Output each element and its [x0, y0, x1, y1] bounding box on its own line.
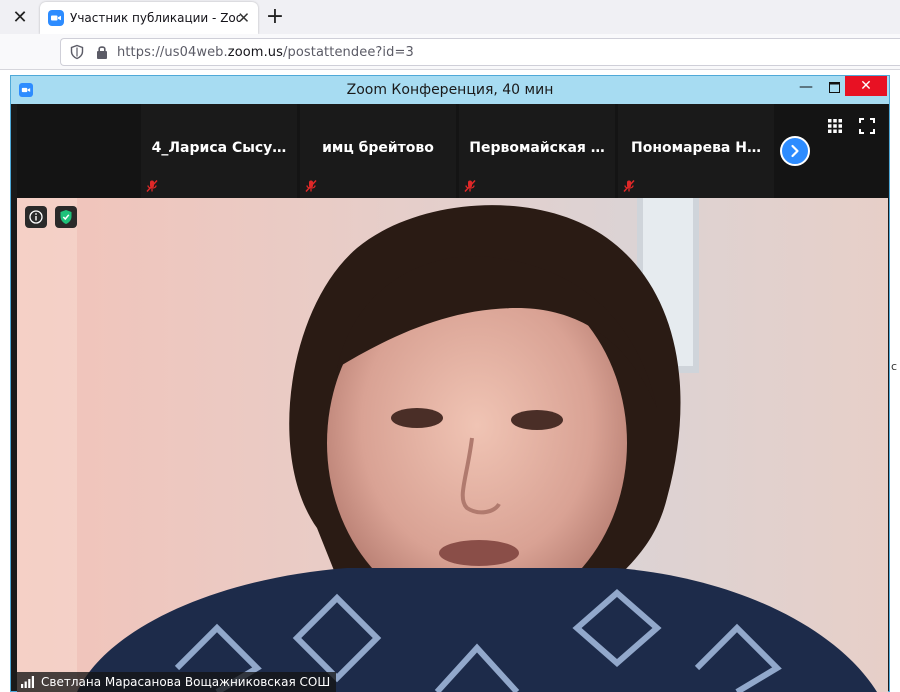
chevron-right-icon: [791, 144, 799, 158]
url-path: /postattendee?id=3: [283, 44, 414, 60]
url-prefix: https://us04web.: [117, 44, 228, 60]
participant-gallery-strip: 4_Лариса Сысу… имц брейтово Первомайская…: [17, 104, 888, 198]
url-text[interactable]: https://us04web.zoom.us/postattendee?id=…: [117, 45, 414, 60]
browser-tab-strip: ✕ Участник публикации - Zoom ✕ +: [0, 0, 900, 34]
security-button[interactable]: [55, 206, 77, 228]
participant-tile[interactable]: Пономарева Н…: [618, 104, 774, 198]
fullscreen-icon[interactable]: [859, 118, 875, 134]
minimize-button[interactable]: —: [791, 76, 821, 98]
participant-tile[interactable]: Первомайская …: [459, 104, 615, 198]
zoom-meeting-window: Zoom Конференция, 40 мин — ✕ 4_Лариса Сы…: [10, 75, 890, 692]
participant-name: Первомайская …: [469, 140, 605, 156]
active-speaker-label: Светлана Марасанова Вощажниковская СОШ: [17, 672, 337, 692]
zoom-window-title: Zoom Конференция, 40 мин: [346, 82, 554, 98]
mic-muted-icon: [623, 179, 635, 193]
navigation-toolbar: https://us04web.zoom.us/postattendee?id=…: [0, 34, 900, 70]
address-bar[interactable]: https://us04web.zoom.us/postattendee?id=…: [60, 38, 900, 66]
zoom-titlebar[interactable]: Zoom Конференция, 40 мин — ✕: [11, 76, 889, 104]
tab-title: Участник публикации - Zoom: [70, 11, 240, 25]
close-button[interactable]: ✕: [845, 76, 887, 96]
participant-name: 4_Лариса Сысу…: [151, 140, 287, 156]
mic-muted-icon: [305, 179, 317, 193]
participant-name: Пономарева Н…: [631, 140, 761, 156]
browser-tab-active[interactable]: Участник публикации - Zoom ✕: [40, 2, 258, 34]
url-domain: zoom.us: [227, 44, 284, 60]
mic-muted-icon: [146, 179, 158, 193]
next-page-button[interactable]: [780, 136, 810, 166]
active-speaker-name: Светлана Марасанова Вощажниковская СОШ: [41, 675, 331, 689]
participant-tile[interactable]: 4_Лариса Сысу…: [141, 104, 297, 198]
signal-strength-icon: [21, 676, 34, 688]
mic-muted-icon: [464, 179, 476, 193]
speaker-video-frame: [17, 198, 888, 692]
maximize-icon: [828, 81, 840, 93]
new-tab-button[interactable]: +: [262, 3, 288, 29]
tab-close-icon[interactable]: ✕: [237, 9, 250, 27]
participant-tile[interactable]: имц брейтово: [300, 104, 456, 198]
lock-icon[interactable]: [95, 44, 109, 60]
close-icon[interactable]: ✕: [6, 5, 34, 29]
active-speaker-video[interactable]: Светлана Марасанова Вощажниковская СОШ: [17, 198, 888, 692]
grid-icon[interactable]: [827, 118, 843, 134]
page-text-fragment: с: [891, 360, 898, 373]
shield-check-icon: [60, 210, 72, 224]
meeting-info-button[interactable]: [25, 206, 47, 228]
zoom-favicon-icon: [48, 10, 64, 26]
shield-icon[interactable]: [69, 44, 85, 60]
info-icon: [29, 210, 43, 224]
participant-name: имц брейтово: [322, 140, 434, 156]
